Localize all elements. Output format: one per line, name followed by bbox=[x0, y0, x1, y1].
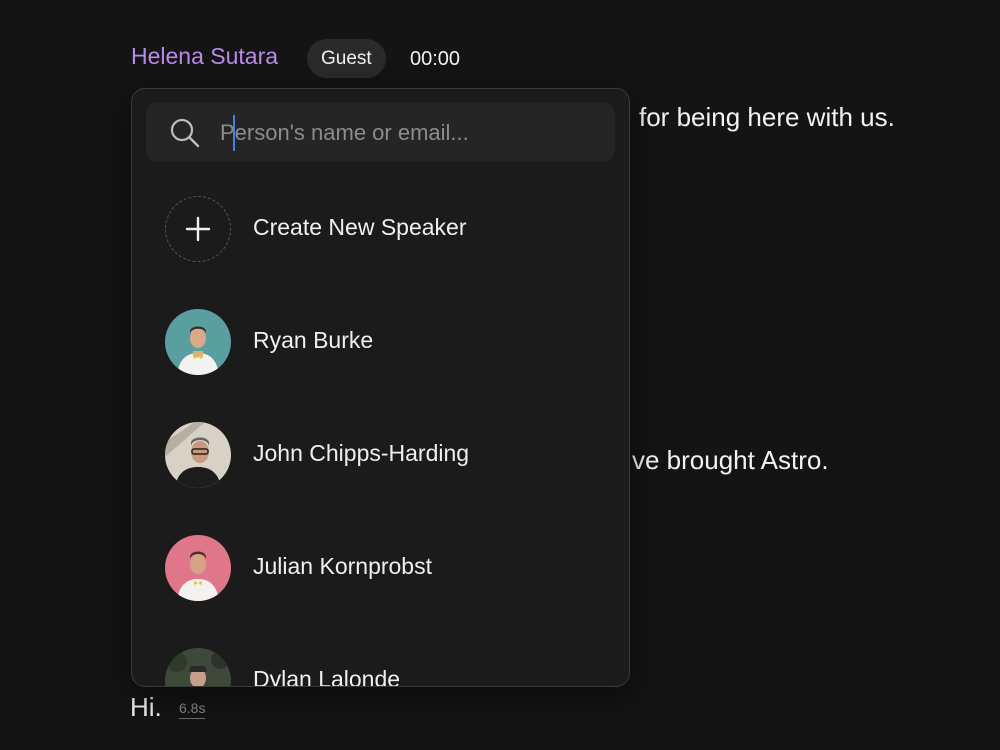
speaker-name: Dylan Lalonde bbox=[253, 666, 401, 687]
search-input[interactable] bbox=[218, 112, 602, 154]
transcript-text[interactable]: ve brought Astro. bbox=[632, 445, 829, 476]
search-icon bbox=[170, 118, 200, 148]
add-speaker-circle bbox=[165, 196, 231, 262]
speaker-option-ryan-burke[interactable]: Ryan Burke bbox=[132, 297, 629, 387]
avatar bbox=[165, 535, 231, 601]
person-photo bbox=[165, 648, 231, 686]
text-caret bbox=[233, 115, 235, 151]
transcript-editor: Helena Sutara Guest 00:00 for being here… bbox=[0, 0, 1000, 750]
person-photo bbox=[165, 422, 231, 488]
speaker-picker-popup: Create New Speaker Ryan Burke bbox=[131, 88, 630, 687]
speaker-option-john-chipps-harding[interactable]: John Chipps-Harding bbox=[132, 410, 629, 500]
speaker-name[interactable]: Helena Sutara bbox=[131, 43, 278, 70]
create-speaker-label: Create New Speaker bbox=[253, 214, 467, 240]
timestamp[interactable]: 00:00 bbox=[410, 48, 460, 71]
create-new-speaker-button[interactable]: Create New Speaker bbox=[132, 184, 629, 274]
transcript-text[interactable]: Hi. bbox=[130, 692, 162, 723]
search-field[interactable] bbox=[146, 102, 615, 162]
speaker-name: John Chipps-Harding bbox=[253, 440, 470, 466]
avatar bbox=[165, 648, 231, 686]
role-badge: Guest bbox=[307, 39, 386, 78]
duration-label: 6.8s bbox=[179, 700, 206, 719]
plus-icon bbox=[185, 216, 211, 242]
avatar bbox=[165, 422, 231, 488]
avatar bbox=[165, 309, 231, 375]
transcript-text[interactable]: for being here with us. bbox=[639, 102, 895, 133]
speaker-name: Julian Kornprobst bbox=[253, 553, 432, 579]
speaker-option-dylan-lalonde[interactable]: Dylan Lalonde bbox=[132, 636, 629, 687]
speaker-option-julian-kornprobst[interactable]: Julian Kornprobst bbox=[132, 523, 629, 613]
speaker-name: Ryan Burke bbox=[253, 327, 374, 353]
person-photo bbox=[165, 535, 231, 601]
person-photo bbox=[165, 309, 231, 375]
